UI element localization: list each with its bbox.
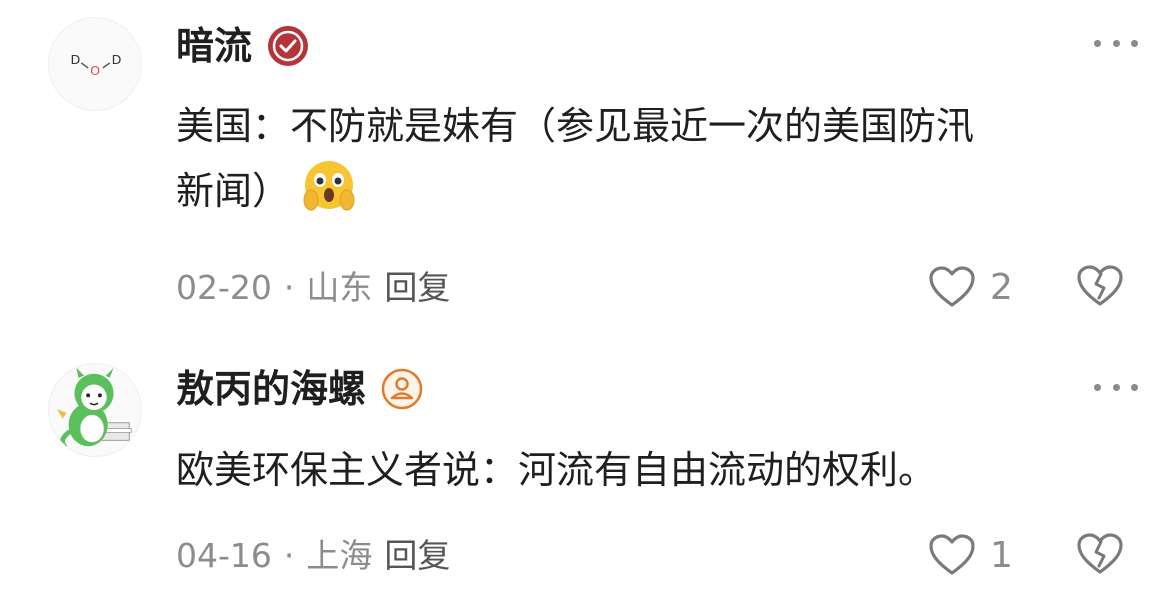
more-dot-icon — [1112, 383, 1120, 391]
more-dot-icon — [1094, 383, 1101, 391]
comment-text: 新闻） — [176, 169, 291, 213]
avatar[interactable]: D O D — [48, 17, 142, 111]
dragon-avatar-image — [56, 367, 132, 449]
meta-separator: · — [283, 536, 295, 575]
comment-content: 美国：不防就是妹有（参见最近一次的美国防汛 新闻） — [176, 94, 1136, 223]
avatar-text-left: D — [71, 52, 81, 67]
comment-location: 山东 — [306, 268, 373, 307]
comment-meta: 04-16 · 上海 回复 — [176, 539, 450, 572]
broken-heart-icon[interactable] — [1076, 530, 1124, 578]
comment-item: 敖丙的海螺 欧美环保主义者说：河流有自由流动的权利。 04-16 · 上海 回复 1 — [0, 330, 1176, 604]
user-badge-icon — [380, 367, 424, 411]
more-options-button[interactable] — [1094, 33, 1138, 53]
comment-text-line: 欧美环保主义者说：河流有自由流动的权利。 — [176, 448, 937, 492]
shocked-emoji-icon — [300, 158, 358, 216]
avatar-text-right: D — [112, 52, 122, 67]
username[interactable]: 敖丙的海螺 — [176, 367, 424, 411]
username-text[interactable]: 暗流 — [176, 27, 252, 65]
avatar-image: D O D — [71, 52, 122, 78]
comment-item: D O D 暗流 美国：不防就是妹有（参见最近一次的美国防汛 新闻） 02-20… — [0, 0, 1176, 330]
reply-button[interactable]: 回复 — [384, 536, 450, 575]
comment-meta: 02-20 · 山东 回复 — [176, 271, 450, 304]
comment-content: 欧美环保主义者说：河流有自由流动的权利。 — [176, 438, 1136, 502]
comment-location: 上海 — [306, 536, 373, 575]
more-dot-icon — [1131, 39, 1138, 47]
more-dot-icon — [1131, 383, 1138, 391]
broken-heart-icon[interactable] — [1076, 262, 1124, 310]
username-text[interactable]: 敖丙的海螺 — [176, 370, 366, 408]
meta-separator: · — [283, 268, 295, 307]
comment-text-line: 新闻） — [176, 158, 1136, 223]
avatar[interactable] — [48, 363, 142, 457]
verified-badge-icon — [266, 24, 310, 68]
heart-icon — [929, 266, 975, 307]
more-options-button[interactable] — [1094, 377, 1138, 397]
more-dot-icon — [1112, 39, 1120, 47]
like-button[interactable]: 2 — [928, 265, 1013, 309]
like-button[interactable]: 1 — [928, 533, 1013, 577]
comment-date: 02-20 — [176, 268, 272, 307]
like-count: 2 — [990, 266, 1013, 308]
reply-button[interactable]: 回复 — [384, 268, 450, 307]
comment-date: 04-16 — [176, 536, 272, 575]
avatar-text-middle: O — [90, 63, 100, 78]
more-dot-icon — [1094, 39, 1101, 47]
heart-icon — [929, 534, 975, 575]
comment-text-line: 美国：不防就是妹有（参见最近一次的美国防汛 — [176, 104, 975, 148]
username[interactable]: 暗流 — [176, 24, 310, 68]
like-count: 1 — [990, 534, 1013, 576]
